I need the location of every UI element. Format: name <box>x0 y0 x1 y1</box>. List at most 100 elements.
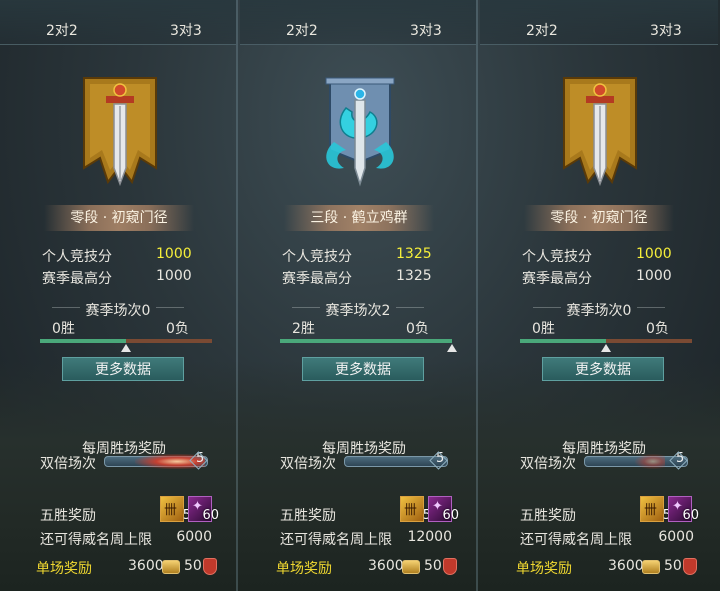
scroll-glyph-icon: 卌 <box>404 503 418 518</box>
tab-3v3[interactable]: 3对3 <box>170 20 202 40</box>
win-loss-bar-fill <box>520 339 606 343</box>
coin-icon <box>642 560 660 574</box>
season-high-value: 1000 <box>636 268 672 284</box>
tab-3v3[interactable]: 3对3 <box>650 20 682 40</box>
more-data-button[interactable]: 更多数据 <box>302 357 424 381</box>
reward-item-potion-icon[interactable]: ✦ 60 <box>428 496 459 523</box>
shield-icon <box>443 558 457 575</box>
single-reward-coin-value: 3600 <box>368 558 404 574</box>
double-matches-count: 5 <box>196 451 205 466</box>
rank-title: 零段 · 初窥门径 <box>44 205 194 231</box>
season-count-heading: 赛季场次2 <box>240 300 476 320</box>
remaining-limit-label: 还可得威名周上限 <box>280 532 392 548</box>
win-loss-bar <box>280 339 452 343</box>
gold-sword-banner-icon <box>83 77 157 187</box>
ornament-right <box>156 306 185 316</box>
season-high-value: 1000 <box>156 268 192 284</box>
personal-score-label: 个人竞技分 <box>522 249 592 265</box>
rank-panels: 2对2 3对3 零段 · 初窥门径 个人竞技分 1000 赛季最高分 1000 … <box>0 0 720 591</box>
rank-title: 三段 · 鹤立鸡群 <box>284 205 434 231</box>
win-loss-bar-fill <box>280 339 452 343</box>
wins-count: 0胜 <box>532 321 555 337</box>
five-win-reward-label: 五胜奖励 <box>40 508 96 524</box>
double-bar-glow <box>635 454 665 469</box>
scroll-glyph-icon: 卌 <box>644 503 658 518</box>
reward-item-potion-icon[interactable]: ✦ 60 <box>188 496 219 523</box>
reward-item-scroll-icon[interactable]: 卌5 <box>400 496 431 523</box>
remaining-limit-value: 12000 <box>407 529 452 545</box>
double-matches-label: 双倍场次 <box>40 456 96 472</box>
reward-item-count: 60 <box>682 508 699 523</box>
single-reward-label: 单场奖励 <box>276 561 332 577</box>
ornament-right <box>396 306 425 316</box>
personal-score-label: 个人竞技分 <box>282 249 352 265</box>
win-loss-marker <box>121 344 131 352</box>
win-loss-bar-fill <box>40 339 126 343</box>
remaining-limit-label: 还可得威名周上限 <box>520 532 632 548</box>
ornament-left <box>291 306 320 316</box>
win-loss-marker <box>601 344 611 352</box>
single-reward-coin-value: 3600 <box>128 558 164 574</box>
double-matches-count: 5 <box>436 451 445 466</box>
single-reward-shield-value: 50 <box>664 558 682 574</box>
personal-score-value: 1000 <box>636 246 672 262</box>
dragon-sword-banner-icon <box>325 77 395 187</box>
season-count-text: 赛季场次0 <box>566 303 632 319</box>
more-data-button[interactable]: 更多数据 <box>542 357 664 381</box>
season-count-text: 赛季场次2 <box>325 303 391 319</box>
remaining-limit-value: 6000 <box>658 529 694 545</box>
rank-panel-2: 2对2 3对3 三段 · 鹤立鸡群 个人竞技分 1325 赛季最高分 1325 … <box>240 0 478 591</box>
win-loss-bar <box>40 339 212 343</box>
rank-panel-1: 2对2 3对3 零段 · 初窥门径 个人竞技分 1000 赛季最高分 1000 … <box>0 0 238 591</box>
season-high-value: 1325 <box>396 268 432 284</box>
ornament-left <box>51 306 80 316</box>
shield-icon <box>203 558 217 575</box>
mode-tabs: 2对2 3对3 <box>0 0 236 45</box>
remaining-limit-value: 6000 <box>176 529 212 545</box>
reward-item-scroll-icon[interactable]: 卌5 <box>160 496 191 523</box>
coin-icon <box>402 560 420 574</box>
rank-title: 零段 · 初窥门径 <box>524 205 674 231</box>
season-count-heading: 赛季场次0 <box>0 300 236 320</box>
losses-count: 0负 <box>646 321 669 337</box>
more-data-button[interactable]: 更多数据 <box>62 357 184 381</box>
reward-item-count: 60 <box>442 508 459 523</box>
five-win-reward-label: 五胜奖励 <box>280 508 336 524</box>
reward-item-scroll-icon[interactable]: 卌5 <box>640 496 671 523</box>
tab-2v2[interactable]: 2对2 <box>526 20 558 40</box>
rank-panel-3: 2对2 3对3 零段 · 初窥门径 个人竞技分 1000 赛季最高分 1000 … <box>480 0 718 591</box>
season-high-label: 赛季最高分 <box>522 271 592 287</box>
season-high-label: 赛季最高分 <box>42 271 112 287</box>
remaining-limit-label: 还可得威名周上限 <box>40 532 152 548</box>
reward-item-potion-icon[interactable]: ✦ 60 <box>668 496 699 523</box>
tab-3v3[interactable]: 3对3 <box>410 20 442 40</box>
season-count-heading: 赛季场次0 <box>480 300 718 320</box>
double-matches-label: 双倍场次 <box>280 456 336 472</box>
personal-score-value: 1000 <box>156 246 192 262</box>
single-reward-label: 单场奖励 <box>516 561 572 577</box>
season-count-text: 赛季场次0 <box>85 303 151 319</box>
single-reward-shield-value: 50 <box>184 558 202 574</box>
single-reward-label: 单场奖励 <box>36 561 92 577</box>
win-loss-marker <box>447 344 457 352</box>
personal-score-label: 个人竞技分 <box>42 249 112 265</box>
win-loss-bar <box>520 339 692 343</box>
shield-icon <box>683 558 697 575</box>
tab-2v2[interactable]: 2对2 <box>286 20 318 40</box>
coin-icon <box>162 560 180 574</box>
losses-count: 0负 <box>406 321 429 337</box>
double-matches-label: 双倍场次 <box>520 456 576 472</box>
gold-sword-banner-icon <box>563 77 637 187</box>
losses-count: 0负 <box>166 321 189 337</box>
personal-score-value: 1325 <box>396 246 432 262</box>
double-matches-count: 5 <box>676 451 685 466</box>
mode-tabs: 2对2 3对3 <box>240 0 476 45</box>
wins-count: 0胜 <box>52 321 75 337</box>
ornament-right <box>637 306 666 316</box>
single-reward-shield-value: 50 <box>424 558 442 574</box>
scroll-glyph-icon: 卌 <box>164 503 178 518</box>
five-win-reward-label: 五胜奖励 <box>520 508 576 524</box>
single-reward-coin-value: 3600 <box>608 558 644 574</box>
tab-2v2[interactable]: 2对2 <box>46 20 78 40</box>
season-high-label: 赛季最高分 <box>282 271 352 287</box>
